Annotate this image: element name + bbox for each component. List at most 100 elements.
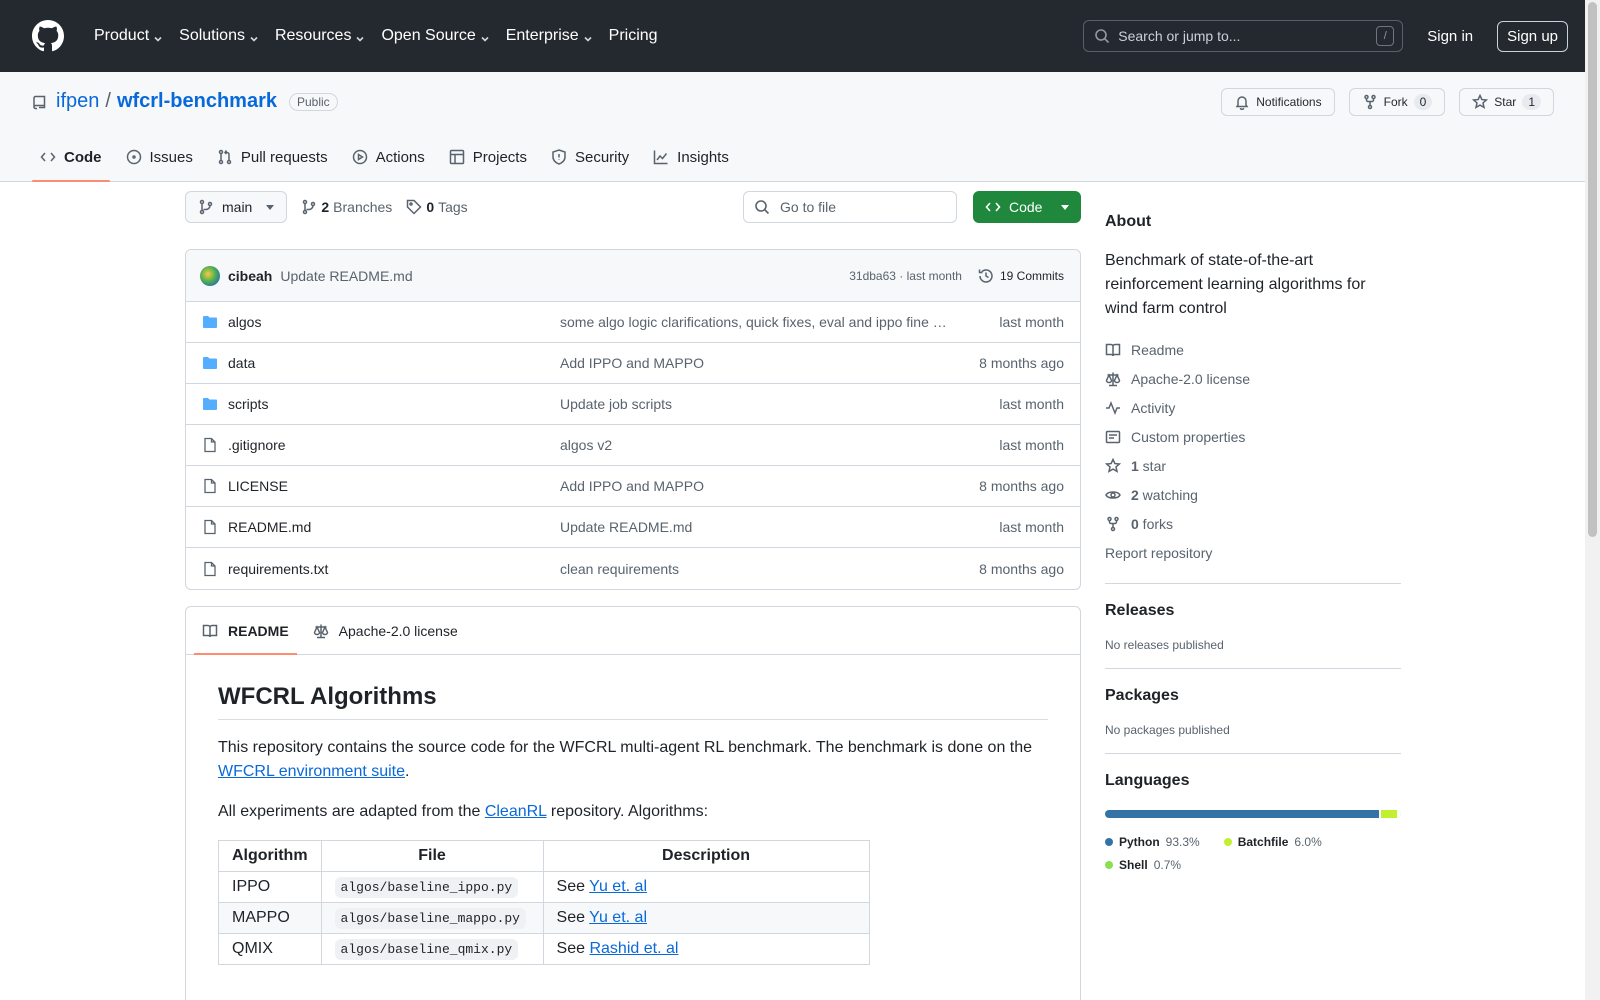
nav-pricing-label: Pricing (608, 27, 658, 44)
visibility-badge: Public (289, 92, 338, 111)
repo-name-link[interactable]: wfcrl-benchmark (117, 90, 277, 113)
star-button[interactable]: Star 1 (1459, 88, 1554, 116)
releases-heading[interactable]: Releases (1105, 602, 1401, 620)
commit-author-link[interactable]: cibeah (228, 268, 272, 284)
branches-link[interactable]: 2 Branches (301, 199, 392, 215)
tab-issues[interactable]: Issues (118, 133, 201, 181)
nav-pricing[interactable]: Pricing (601, 16, 666, 56)
language-item[interactable]: Batchfile 6.0% (1223, 830, 1322, 853)
file-name-link[interactable]: algos (228, 314, 560, 330)
tab-license[interactable]: Apache-2.0 license (305, 607, 466, 654)
nav-product[interactable]: Product (86, 16, 171, 56)
avatar[interactable] (200, 265, 220, 286)
github-logo-icon[interactable] (32, 20, 64, 52)
file-row[interactable]: LICENSE Add IPPO and MAPPO 8 months ago (186, 466, 1080, 507)
watching-count: 2 (1131, 486, 1139, 503)
file-commit-link[interactable]: some algo logic clarifications, quick fi… (560, 314, 950, 330)
license-link[interactable]: Apache-2.0 license (1105, 364, 1401, 393)
file-commit-link[interactable]: Add IPPO and MAPPO (560, 478, 950, 494)
file-row[interactable]: README.md Update README.md last month (186, 507, 1080, 548)
algo-description-cell: See Yu et. al (542, 871, 870, 903)
file-name-link[interactable]: data (228, 355, 560, 371)
tab-pull-requests[interactable]: Pull requests (209, 133, 336, 181)
cleanrl-link[interactable]: CleanRL (485, 803, 547, 820)
file-row[interactable]: data Add IPPO and MAPPO 8 months ago (186, 343, 1080, 384)
file-name-link[interactable]: .gitignore (228, 437, 560, 453)
tags-link[interactable]: 0 Tags (406, 199, 468, 215)
wfcrl-env-suite-link[interactable]: WFCRL environment suite (218, 763, 405, 780)
fork-icon (1107, 516, 1119, 531)
nav-solutions-label: Solutions (179, 27, 245, 44)
nav-open-source[interactable]: Open Source (373, 16, 497, 56)
file-commit-link[interactable]: Update README.md (560, 519, 950, 535)
language-item[interactable]: Shell 0.7% (1105, 853, 1181, 876)
algo-description-cell: See Yu et. al (542, 902, 870, 934)
tab-actions[interactable]: Actions (344, 133, 433, 181)
algo-paper-link[interactable]: Yu et. al (589, 909, 647, 926)
file-commit-link[interactable]: clean requirements (560, 561, 950, 577)
page-scrollbar[interactable] (1585, 0, 1600, 1000)
file-time: last month (999, 314, 1064, 330)
scrollbar-thumb[interactable] (1588, 2, 1597, 537)
algo-paper-link[interactable]: Rashid et. al (589, 940, 678, 957)
caret-down-icon (266, 204, 275, 210)
file-commit-link[interactable]: Add IPPO and MAPPO (560, 355, 950, 371)
file-commit-link[interactable]: Update job scripts (560, 396, 950, 412)
file-name-link[interactable]: README.md (228, 519, 560, 535)
notifications-label: Notifications (1256, 95, 1322, 109)
sign-up-button[interactable]: Sign up (1497, 20, 1568, 52)
tab-code[interactable]: Code (32, 133, 110, 182)
activity-link[interactable]: Activity (1105, 393, 1401, 422)
tab-projects[interactable]: Projects (441, 133, 535, 181)
file-row[interactable]: .gitignore algos v2 last month (186, 425, 1080, 466)
about-description: Benchmark of state-of-the-art reinforcem… (1105, 252, 1366, 317)
algo-file-cell: algos/baseline_ippo.py (320, 871, 544, 903)
license-link-label: Apache-2.0 license (1131, 370, 1251, 387)
star-icon (1472, 94, 1489, 109)
table-row: MAPPO algos/baseline_mappo.py See Yu et. a… (218, 902, 870, 934)
file-name-link[interactable]: LICENSE (228, 478, 560, 494)
stars-link[interactable]: 1 star (1105, 451, 1401, 480)
nav-enterprise[interactable]: Enterprise (498, 16, 601, 56)
stars-text: 1 star (1131, 458, 1166, 474)
tab-security-label: Security (574, 148, 630, 166)
file-name-link[interactable]: requirements.txt (228, 561, 560, 577)
file-row[interactable]: algos some algo logic clarifications, qui… (186, 302, 1080, 343)
releases-section: Releases No releases published (1105, 583, 1401, 652)
file-time: 8 months ago (979, 560, 1064, 577)
chevron-down-icon (480, 31, 490, 42)
repo-owner-link[interactable]: ifpen (56, 90, 99, 113)
tags-label: Tags (438, 199, 468, 215)
algo-paper-link[interactable]: Yu et. al (589, 878, 647, 895)
watching-link[interactable]: 2 watching (1105, 480, 1401, 509)
tab-insights[interactable]: Insights (645, 133, 737, 181)
commit-message-link[interactable]: Update README.md (280, 268, 412, 284)
packages-section: Packages No packages published (1105, 668, 1401, 737)
global-search-input[interactable]: Search or jump to... / (1083, 20, 1404, 52)
language-item[interactable]: Python 93.3% (1105, 830, 1200, 853)
go-to-file-input[interactable]: Go to file (743, 191, 957, 223)
file-name-link[interactable]: scripts (228, 396, 560, 412)
sign-in-link[interactable]: Sign in (1427, 28, 1473, 45)
custom-properties-link[interactable]: Custom properties (1105, 422, 1401, 451)
fork-button[interactable]: Fork 0 (1348, 88, 1446, 116)
report-repository-link[interactable]: Report repository (1105, 538, 1401, 567)
stars-count: 1 (1131, 457, 1139, 474)
table-header-row: Algorithm File Description (218, 840, 870, 872)
branch-select-button[interactable]: main (185, 191, 288, 223)
commits-history-link[interactable]: 19 Commits (978, 268, 1064, 284)
language-name: Batchfile (1237, 834, 1289, 849)
packages-heading[interactable]: Packages (1105, 687, 1401, 705)
readme-link[interactable]: Readme (1105, 335, 1401, 364)
file-row[interactable]: requirements.txt clean requirements 8 mont… (186, 548, 1080, 589)
tab-readme[interactable]: README (194, 607, 297, 655)
language-bar-segment (1381, 810, 1399, 818)
forks-link[interactable]: 0 forks (1105, 509, 1401, 538)
tab-security[interactable]: Security (543, 133, 637, 181)
nav-resources[interactable]: Resources (267, 16, 373, 56)
code-dropdown-button[interactable]: Code (973, 191, 1081, 223)
notifications-button[interactable]: Notifications (1221, 88, 1335, 116)
file-commit-link[interactable]: algos v2 (560, 437, 950, 453)
nav-solutions[interactable]: Solutions (171, 16, 267, 56)
file-row[interactable]: scripts Update job scripts last month (186, 384, 1080, 425)
